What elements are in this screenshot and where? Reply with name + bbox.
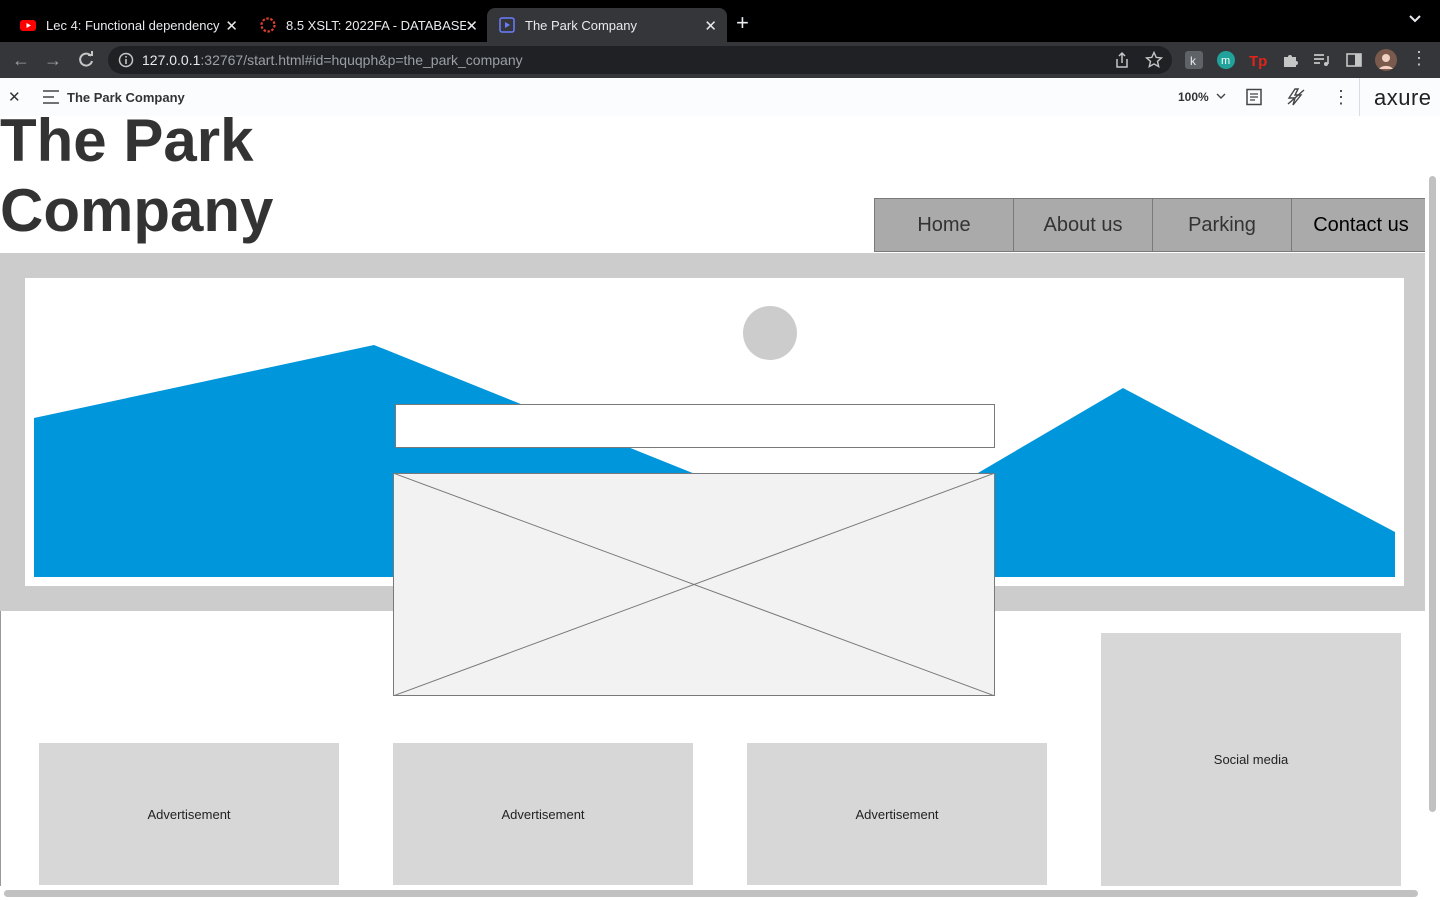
youtube-icon [20, 20, 36, 31]
axure-logo: axure [1374, 85, 1432, 110]
site-title: The Park Company [0, 116, 274, 244]
advertisement-box[interactable]: Advertisement [393, 743, 693, 885]
sitemap-menu-icon[interactable] [42, 89, 60, 105]
horizontal-scroll-thumb[interactable] [4, 890, 1418, 897]
bookmark-star-icon[interactable] [1145, 51, 1163, 69]
advertisement-box[interactable]: Advertisement [747, 743, 1047, 885]
nav-contact-us[interactable]: Contact us [1291, 198, 1425, 252]
tab-youtube[interactable]: Lec 4: Functional dependency ✕ [8, 8, 248, 42]
extension-k-icon[interactable]: k [1185, 51, 1203, 69]
svg-text:m: m [1221, 55, 1230, 67]
notes-icon[interactable] [1245, 88, 1263, 106]
zoom-level: 100% [1178, 90, 1209, 104]
axure-more-icon[interactable]: ⋮ [1332, 87, 1350, 108]
profile-avatar[interactable] [1375, 49, 1397, 71]
forward-arrow-icon[interactable]: → [43, 50, 63, 70]
tab-title: The Park Company [525, 17, 637, 33]
chrome-menu-icon[interactable]: ⋮ [1410, 48, 1428, 69]
close-tab-icon[interactable]: ✕ [704, 17, 717, 35]
svg-text:Tp: Tp [1249, 53, 1267, 69]
axure-page-title: The Park Company [67, 90, 185, 105]
extension-m-icon[interactable]: m [1217, 51, 1235, 69]
tab-search-chevron-icon[interactable] [1408, 14, 1422, 24]
back-arrow-icon[interactable]: ← [11, 50, 31, 70]
tab-park-company[interactable]: The Park Company ✕ [487, 8, 727, 42]
canvas-icon [260, 17, 276, 33]
hotspots-lightning-icon[interactable] [1286, 88, 1306, 106]
reload-icon[interactable] [76, 50, 96, 70]
url-path: :32767/start.html#id=hquqph&p=the_park_c… [200, 52, 523, 68]
extensions-puzzle-icon[interactable] [1281, 51, 1299, 69]
chevron-down-icon [1216, 93, 1226, 99]
search-input[interactable] [395, 404, 995, 448]
media-queue-icon[interactable] [1312, 51, 1330, 69]
right-mountain [925, 388, 1395, 577]
url-host: 127.0.0.1 [142, 52, 201, 68]
vertical-scroll-thumb[interactable] [1429, 176, 1436, 812]
nav-parking[interactable]: Parking [1152, 198, 1292, 252]
main-nav: Home About us Parking Contact us [874, 198, 1425, 252]
extension-tp-icon[interactable]: Tp [1249, 51, 1267, 69]
image-placeholder [393, 473, 995, 696]
tab-title: Lec 4: Functional dependency [46, 17, 220, 33]
nav-about-us[interactable]: About us [1013, 198, 1153, 252]
axure-icon [499, 17, 515, 33]
close-tab-icon[interactable]: ✕ [225, 17, 238, 35]
nav-home[interactable]: Home [874, 198, 1014, 252]
share-icon[interactable] [1114, 51, 1130, 69]
new-tab-plus-icon[interactable]: + [736, 12, 749, 34]
tab-canvas[interactable]: 8.5 XSLT: 2022FA - DATABASE ✕ [248, 8, 488, 42]
site-info-icon[interactable] [118, 52, 134, 68]
advertisement-box[interactable]: Advertisement [39, 743, 339, 885]
page-left-edge [0, 611, 1, 886]
close-sitemap-icon[interactable]: ✕ [8, 88, 21, 106]
url-text: 127.0.0.1:32767/start.html#id=hquqph&p=t… [142, 52, 523, 68]
social-media-box[interactable]: Social media [1101, 633, 1401, 886]
tab-title: 8.5 XSLT: 2022FA - DATABASE [286, 17, 466, 33]
prototype-page: The Park Company Home About us Parking C… [0, 116, 1425, 886]
side-panel-icon[interactable] [1345, 51, 1363, 69]
toolbar-divider [1359, 78, 1360, 116]
sun-circle [743, 306, 797, 360]
close-tab-icon[interactable]: ✕ [465, 17, 478, 35]
svg-text:k: k [1190, 54, 1197, 68]
